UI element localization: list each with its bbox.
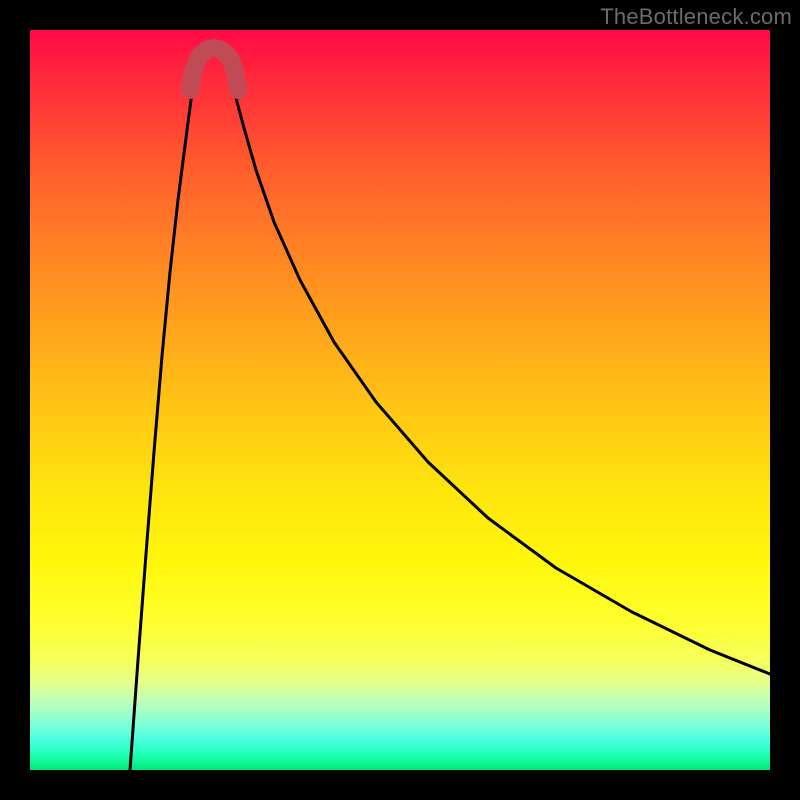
curve-layer (30, 30, 770, 770)
chart-frame: TheBottleneck.com (0, 0, 800, 800)
cup-marker (190, 48, 238, 90)
curve-left-branch (130, 70, 196, 770)
watermark-text: TheBottleneck.com (600, 4, 792, 30)
plot-area (30, 30, 770, 770)
curve-right-branch (228, 70, 770, 674)
